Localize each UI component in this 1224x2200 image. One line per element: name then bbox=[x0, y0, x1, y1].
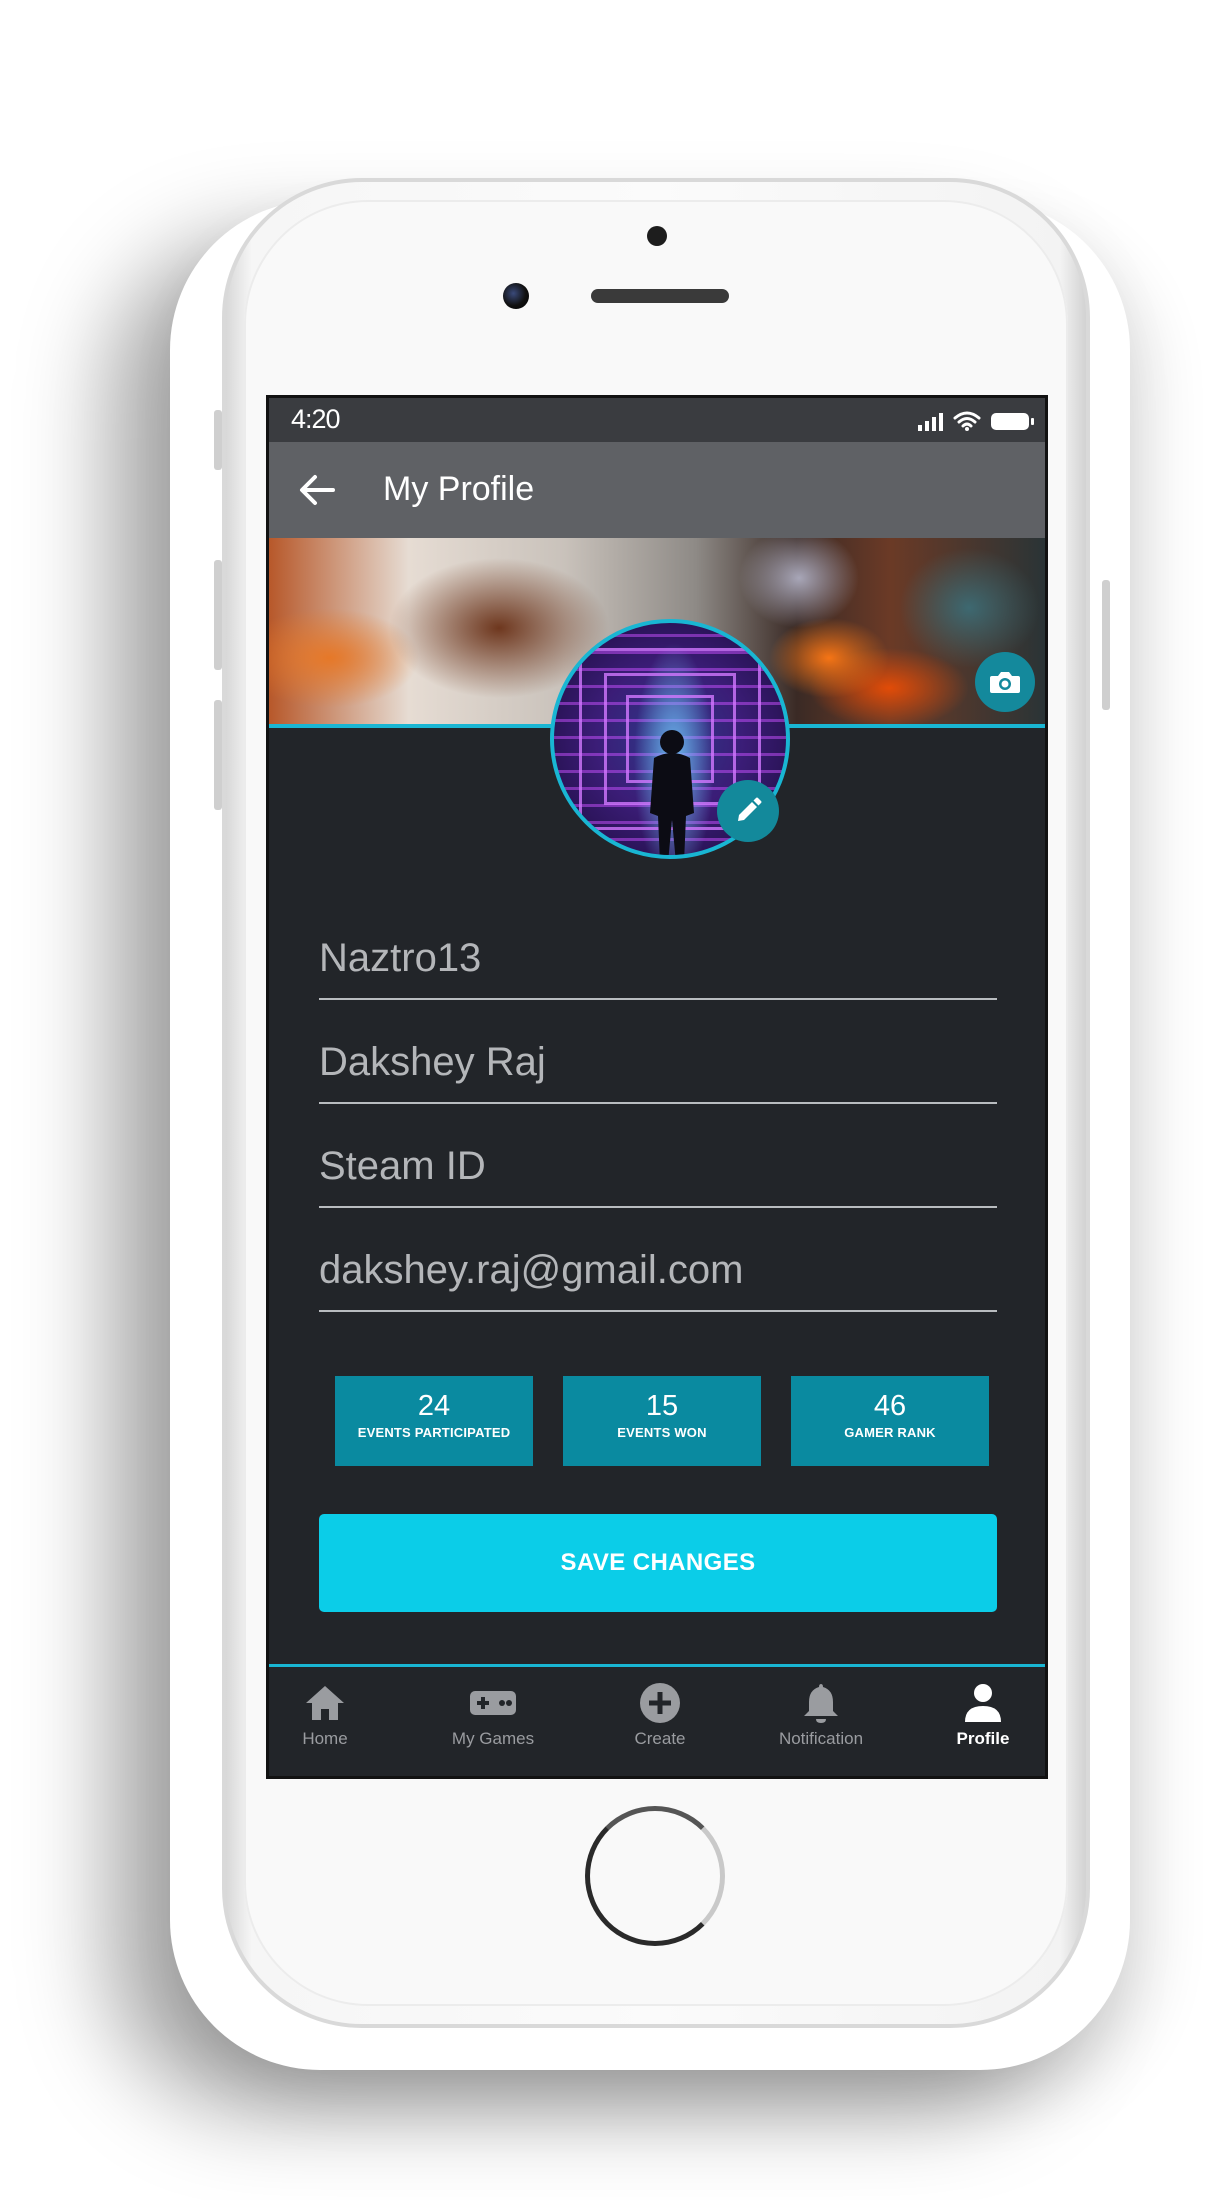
signal-icon bbox=[918, 411, 943, 431]
steam-id-field[interactable]: Steam ID bbox=[319, 1132, 997, 1208]
stat-events-won: 15 EVENTS WON bbox=[563, 1376, 761, 1466]
nav-label: Create bbox=[634, 1729, 686, 1748]
plus-circle-icon bbox=[640, 1683, 680, 1723]
change-cover-button[interactable] bbox=[975, 652, 1035, 712]
proximity-sensor bbox=[647, 226, 667, 246]
status-bar: 4:20 bbox=[269, 398, 1045, 442]
edit-avatar-button[interactable] bbox=[717, 780, 779, 842]
gamepad-icon bbox=[470, 1691, 516, 1715]
email-field[interactable]: dakshey.raj@gmail.com bbox=[319, 1236, 997, 1312]
nav-label: My Games bbox=[451, 1729, 535, 1748]
stat-label: EVENTS WON bbox=[617, 1425, 707, 1440]
home-button[interactable] bbox=[585, 1806, 725, 1946]
status-time: 4:20 bbox=[291, 404, 341, 434]
earpiece-speaker bbox=[591, 289, 729, 303]
stat-value: 46 bbox=[873, 1390, 907, 1422]
full-name-field[interactable]: Dakshey Raj bbox=[319, 1028, 997, 1104]
home-icon bbox=[306, 1686, 344, 1720]
nav-item-my-games[interactable]: My Games bbox=[423, 1681, 563, 1749]
person-silhouette bbox=[650, 730, 694, 855]
stat-value: 15 bbox=[645, 1390, 679, 1422]
stat-gamer-rank: 46 GAMER RANK bbox=[791, 1376, 989, 1466]
volume-down-button bbox=[214, 700, 222, 810]
bell-icon bbox=[804, 1684, 838, 1723]
page-title: My Profile bbox=[383, 470, 535, 508]
nav-label: Profile bbox=[956, 1729, 1010, 1748]
nav-item-notification[interactable]: Notification bbox=[751, 1681, 891, 1749]
stat-events-participated: 24 EVENTS PARTICIPATED bbox=[335, 1376, 533, 1466]
back-arrow-icon[interactable] bbox=[297, 470, 337, 510]
nav-item-home[interactable]: Home bbox=[269, 1681, 395, 1749]
battery-icon bbox=[991, 412, 1034, 430]
bottom-nav: Home My Games Create Notification Profil… bbox=[269, 1664, 1045, 1776]
status-icons bbox=[918, 408, 1034, 434]
stat-value: 24 bbox=[417, 1390, 451, 1422]
person-icon bbox=[965, 1684, 1001, 1722]
app-bar: My Profile bbox=[269, 442, 1045, 538]
stat-label: EVENTS PARTICIPATED bbox=[357, 1425, 511, 1440]
pencil-icon bbox=[738, 797, 762, 821]
nav-label: Home bbox=[302, 1729, 348, 1748]
wifi-icon bbox=[953, 411, 981, 431]
camera-icon bbox=[990, 672, 1020, 693]
nav-label: Notification bbox=[778, 1729, 864, 1748]
nav-item-create[interactable]: Create bbox=[590, 1681, 730, 1749]
power-button bbox=[1102, 580, 1110, 710]
mute-switch bbox=[214, 410, 222, 470]
stat-label: GAMER RANK bbox=[844, 1425, 936, 1440]
nav-item-profile[interactable]: Profile bbox=[913, 1681, 1045, 1749]
front-camera bbox=[503, 283, 529, 309]
phone-screen: 4:20 My Profile Naztro13 Dakshey Raj Ste… bbox=[266, 395, 1048, 1779]
save-changes-button[interactable]: SAVE CHANGES bbox=[319, 1514, 997, 1612]
volume-up-button bbox=[214, 560, 222, 670]
username-field[interactable]: Naztro13 bbox=[319, 924, 997, 1000]
